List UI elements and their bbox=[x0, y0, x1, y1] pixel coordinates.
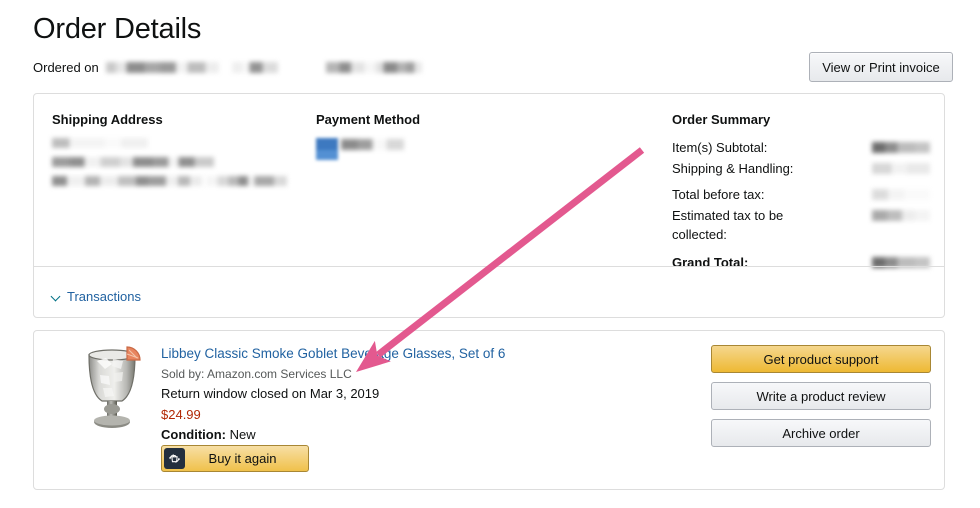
write-a-product-review-button[interactable]: Write a product review bbox=[711, 382, 931, 410]
get-product-support-button[interactable]: Get product support bbox=[711, 345, 931, 373]
buy-it-again-button[interactable]: Buy it again bbox=[161, 445, 309, 472]
payment-method-value bbox=[316, 138, 636, 160]
item-price: $24.99 bbox=[161, 406, 681, 424]
order-summary-card: Shipping Address Payment Method Order Su… bbox=[33, 93, 945, 318]
summary-row-label: Total before tax: bbox=[672, 185, 765, 204]
order-item-card: Libbey Classic Smoke Goblet Beverage Gla… bbox=[33, 330, 945, 490]
chevron-down-icon bbox=[52, 292, 61, 301]
view-or-print-invoice-button[interactable]: View or Print invoice bbox=[809, 52, 953, 82]
ordered-on-value-redacted-2 bbox=[232, 62, 278, 73]
summary-row: Item(s) Subtotal: bbox=[672, 138, 930, 157]
summary-row-label: Shipping & Handling: bbox=[672, 159, 793, 178]
item-condition-value: New bbox=[230, 427, 256, 442]
summary-row-label: Estimated tax to be collected: bbox=[672, 206, 822, 244]
summary-row-grand-total: Grand Total: bbox=[672, 253, 930, 272]
item-condition: Condition: New bbox=[161, 426, 681, 444]
item-sold-by: Sold by: Amazon.com Services LLC bbox=[161, 366, 681, 383]
shipping-address-line bbox=[52, 138, 148, 148]
ordered-on-label: Ordered on bbox=[33, 60, 99, 75]
item-condition-label: Condition: bbox=[161, 427, 226, 442]
shipping-address-heading: Shipping Address bbox=[52, 112, 302, 127]
ordered-on-value-redacted bbox=[106, 62, 219, 73]
shipping-address-line bbox=[52, 176, 202, 186]
summary-row-value-redacted bbox=[872, 210, 930, 221]
archive-order-button[interactable]: Archive order bbox=[711, 419, 931, 447]
ordered-on-value-redacted-3 bbox=[326, 62, 422, 73]
summary-row-label: Item(s) Subtotal: bbox=[672, 138, 767, 157]
payment-method-heading: Payment Method bbox=[316, 112, 636, 127]
summary-row-value-redacted bbox=[872, 163, 930, 174]
item-return-window: Return window closed on Mar 3, 2019 bbox=[161, 385, 681, 403]
summary-row: Total before tax: bbox=[672, 185, 930, 204]
summary-row: Estimated tax to be collected: bbox=[672, 206, 930, 244]
summary-row: Shipping & Handling: bbox=[672, 159, 930, 178]
payment-method-section: Payment Method bbox=[316, 112, 636, 160]
page-title: Order Details bbox=[33, 12, 201, 47]
shipping-address-line bbox=[206, 176, 287, 186]
card-divider bbox=[34, 266, 944, 267]
product-thumbnail[interactable] bbox=[69, 343, 155, 435]
transactions-toggle[interactable]: Transactions bbox=[52, 289, 141, 304]
transactions-link[interactable]: Transactions bbox=[67, 289, 141, 304]
payment-method-redacted bbox=[341, 139, 404, 150]
summary-row-label: Grand Total: bbox=[672, 253, 748, 272]
item-action-buttons: Get product support Write a product revi… bbox=[711, 345, 931, 456]
shipping-address-section: Shipping Address bbox=[52, 112, 302, 195]
order-details-page: Order Details Ordered on View or Print i… bbox=[0, 0, 980, 508]
buy-again-cart-icon bbox=[164, 448, 185, 469]
order-summary-section: Order Summary Item(s) Subtotal: Shipping… bbox=[672, 112, 930, 274]
item-info: Libbey Classic Smoke Goblet Beverage Gla… bbox=[161, 345, 681, 444]
ordered-on-row: Ordered on bbox=[33, 59, 422, 75]
credit-card-icon bbox=[316, 138, 338, 160]
order-summary-heading: Order Summary bbox=[672, 112, 930, 127]
summary-row-value-redacted bbox=[872, 189, 930, 200]
shipping-address-line bbox=[52, 157, 214, 167]
buy-again-glyph bbox=[167, 451, 182, 466]
summary-row-value-redacted bbox=[872, 142, 930, 153]
buy-it-again-label: Buy it again bbox=[185, 451, 308, 466]
item-title-link[interactable]: Libbey Classic Smoke Goblet Beverage Gla… bbox=[161, 345, 681, 363]
